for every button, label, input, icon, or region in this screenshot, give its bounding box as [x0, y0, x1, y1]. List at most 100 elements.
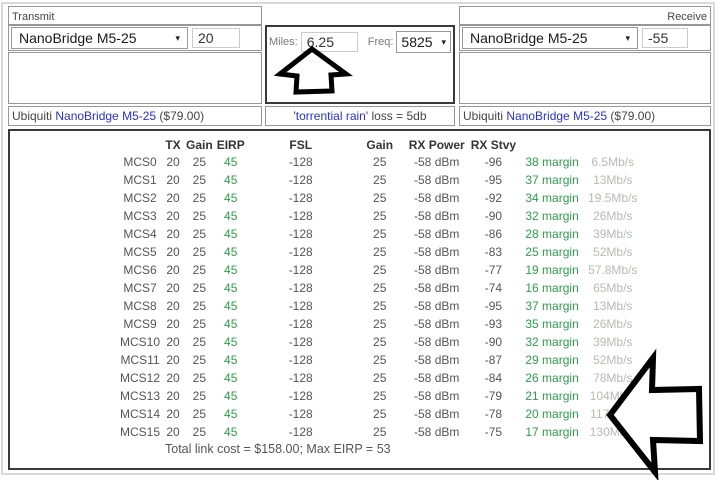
cell-gain2: 25 [373, 173, 387, 187]
cell-rx_stvy: -83 [484, 245, 503, 259]
dropdown-arrow-icon: ▾ [625, 32, 630, 43]
transmit-device-select[interactable]: NanoBridge M5-25 ▾ [11, 27, 188, 49]
cell-eirp: 45 [224, 371, 238, 385]
transmit-name-box [8, 6, 262, 26]
cell-mcs: MCS1 [123, 173, 157, 187]
cell-tx: 20 [166, 389, 180, 403]
receive-name-input[interactable] [460, 8, 710, 26]
cell-gain: 25 [192, 191, 207, 205]
cell-mcs: MCS8 [123, 299, 157, 313]
cell-margin: 37 margin [525, 299, 579, 313]
cell-eirp: 45 [224, 245, 238, 259]
column-header: EIRP [216, 137, 245, 152]
cell-tx: 20 [166, 173, 180, 187]
column-header: RX Power [408, 137, 465, 152]
cell-margin: 32 margin [525, 209, 579, 223]
cell-rate: 65Mb/s [593, 281, 633, 295]
receive-notes-textarea[interactable] [459, 52, 711, 104]
cell-fsl: -128 [288, 371, 313, 385]
cell-mcs: MCS6 [123, 263, 157, 277]
cell-eirp: 45 [224, 227, 238, 241]
freq-value: 5825 [401, 34, 433, 50]
cell-gain: 25 [192, 353, 207, 367]
receive-signal-input[interactable] [642, 28, 688, 48]
cell-margin: 25 margin [525, 245, 579, 259]
results-box: TX Gain EIRP FSL Gain RX Power RX Stvy MCS0 20 2… [8, 129, 711, 470]
cell-gain2: 25 [373, 245, 387, 259]
cell-rate: 26Mb/s [593, 317, 633, 331]
cell-rx_stvy: -75 [484, 425, 503, 439]
cell-gain: 25 [192, 335, 207, 349]
cell-rx_stvy: -78 [484, 407, 503, 421]
cell-rate: 52Mb/s [593, 353, 633, 367]
cell-mcs: MCS12 [120, 371, 161, 385]
table-body: MCS0 20 25 45 -128 25 -58 dBm -96 38 margin 6.5Mb… [118, 153, 639, 441]
transmit-name-input[interactable] [9, 8, 261, 26]
cell-fsl: -128 [288, 173, 313, 187]
miles-input[interactable] [300, 32, 358, 52]
column-header: Gain [366, 137, 394, 152]
cell-gain: 25 [192, 317, 207, 331]
link-calculator-page: NanoBridge M5-25 ▾ Ubiquiti NanoBridge M… [0, 0, 728, 480]
cell-gain: 25 [192, 389, 207, 403]
table-row: MCS1 20 25 45 -128 25 -58 dBm -95 37 margin 13Mb/… [118, 171, 639, 189]
freq-select[interactable]: 5825 ▾ [396, 31, 451, 53]
cell-gain2: 25 [373, 191, 387, 205]
cell-eirp: 45 [224, 173, 238, 187]
receive-device-select[interactable]: NanoBridge M5-25 ▾ [462, 27, 638, 49]
cell-rate: 104Mb/s [589, 389, 636, 403]
cell-rate: 39Mb/s [593, 335, 633, 349]
table-row: MCS12 20 25 45 -128 25 -58 dBm -84 26 margin 78Mb… [118, 369, 639, 387]
cell-tx: 20 [166, 245, 180, 259]
cell-gain: 25 [192, 209, 207, 223]
cell-margin: 19 margin [525, 263, 579, 277]
cell-gain: 25 [192, 371, 207, 385]
cell-rx_stvy: -77 [484, 263, 503, 277]
column-header [586, 136, 639, 153]
cell-rate: 26Mb/s [593, 209, 633, 223]
receive-price-box: Ubiquiti NanoBridge M5-25 ($79.00) [459, 106, 711, 126]
cell-tx: 20 [166, 155, 180, 169]
cell-rx_power: -58 dBm [414, 263, 460, 277]
cell-rx_power: -58 dBm [414, 335, 460, 349]
cell-margin: 16 margin [525, 281, 579, 295]
cell-tx: 20 [166, 317, 180, 331]
rain-link[interactable]: torrential rain [296, 109, 366, 123]
link-budget-table: TX Gain EIRP FSL Gain RX Power RX Stvy MCS0 20 2… [118, 136, 639, 441]
cell-rate: 78Mb/s [593, 371, 633, 385]
freq-label: Freq: [367, 36, 394, 48]
cell-rate: 6.5Mb/s [591, 155, 635, 169]
transmit-device-value: NanoBridge M5-25 [19, 30, 137, 46]
cell-gain: 25 [192, 425, 207, 439]
cell-gain2: 25 [373, 227, 387, 241]
cell-gain2: 25 [373, 209, 387, 223]
cell-rx_stvy: -95 [484, 173, 503, 187]
cell-tx: 20 [166, 281, 180, 295]
cell-eirp: 45 [224, 263, 238, 277]
cell-rx_power: -58 dBm [414, 281, 460, 295]
cell-mcs: MCS10 [120, 335, 161, 349]
cell-tx: 20 [166, 227, 180, 241]
table-row: MCS14 20 25 45 -128 25 -58 dBm -78 20 margin 117M… [118, 405, 639, 423]
receive-price-suffix: ($79.00) [607, 109, 656, 123]
transmit-power-input[interactable] [192, 28, 240, 48]
cell-fsl: -128 [288, 353, 313, 367]
cell-gain: 25 [192, 227, 207, 241]
cell-gain2: 25 [373, 335, 387, 349]
cell-gain: 25 [192, 263, 207, 277]
column-header: RX Stvy [470, 137, 517, 152]
cell-gain2: 25 [373, 371, 387, 385]
cell-eirp: 45 [224, 425, 238, 439]
transmit-notes-textarea[interactable] [8, 52, 262, 104]
cell-margin: 35 margin [525, 317, 579, 331]
cell-fsl: -128 [288, 191, 313, 205]
cell-tx: 20 [166, 209, 180, 223]
cell-rate: 52Mb/s [593, 245, 633, 259]
rain-loss-box: 'torrential rain' loss = 5db [265, 106, 455, 126]
cell-tx: 20 [166, 425, 180, 439]
cell-rx_power: -58 dBm [414, 407, 460, 421]
receive-device-link[interactable]: NanoBridge M5-25 [506, 109, 607, 123]
cell-gain2: 25 [373, 317, 387, 331]
transmit-device-link[interactable]: NanoBridge M5-25 [55, 109, 156, 123]
cell-fsl: -128 [288, 155, 313, 169]
